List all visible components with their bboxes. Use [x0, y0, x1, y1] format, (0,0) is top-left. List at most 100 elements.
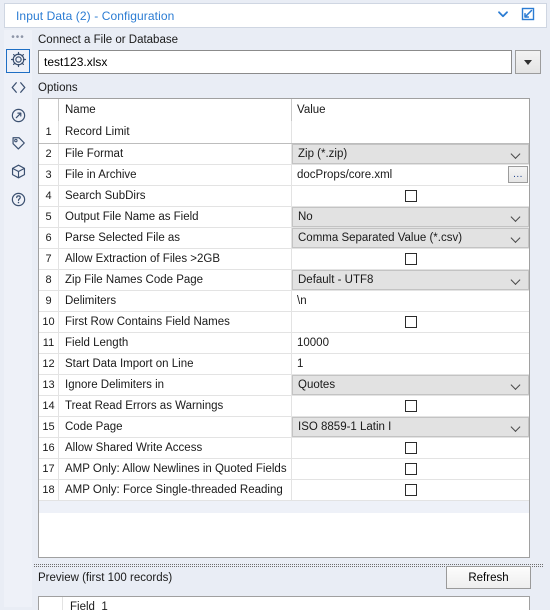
table-row[interactable]: 2 File Format Zip (*.zip) [39, 144, 529, 165]
connect-label: Connect a File or Database [38, 34, 178, 46]
row-number: 10 [39, 312, 59, 332]
option-value-checkbox[interactable] [292, 396, 529, 416]
file-selector-row: test123.xlsx [38, 50, 541, 74]
table-row[interactable]: 7 Allow Extraction of Files >2GB [39, 249, 529, 270]
option-value-text[interactable]: 10000 [292, 333, 529, 353]
rail-item-help[interactable] [6, 189, 30, 213]
table-row[interactable]: 18 AMP Only: Force Single-threaded Readin… [39, 480, 529, 501]
table-row[interactable]: 14 Treat Read Errors as Warnings [39, 396, 529, 417]
checkbox[interactable] [404, 253, 417, 265]
options-grid-body: 1 Record Limit 2 File Format Zip (*.zip) 3 Fil… [39, 121, 529, 501]
options-grid-header: Name Value [39, 99, 529, 121]
option-name: AMP Only: Allow Newlines in Quoted Field… [59, 459, 292, 479]
drag-handle-dots[interactable]: ••• [11, 33, 25, 45]
gear-icon [10, 51, 27, 71]
preview-grid: Field_1 1<?xml version="1.0" encoding="U… [38, 596, 530, 610]
table-row[interactable]: 13 Ignore Delimiters in Quotes [39, 375, 529, 396]
option-value-checkbox[interactable] [292, 249, 529, 269]
table-row[interactable]: 11 Field Length 10000 [39, 333, 529, 354]
option-value-dropdown[interactable]: Default - UTF8 [292, 270, 529, 290]
table-row[interactable]: 12 Start Data Import on Line 1 [39, 354, 529, 375]
option-name: Treat Read Errors as Warnings [59, 396, 292, 416]
row-number: 2 [39, 144, 59, 164]
titlebar-actions [496, 6, 536, 25]
file-path-input[interactable]: test123.xlsx [38, 50, 512, 74]
option-value-dropdown[interactable]: Quotes [292, 375, 529, 395]
option-name: Zip File Names Code Page [59, 270, 292, 290]
checkbox[interactable] [404, 484, 417, 496]
row-number: 6 [39, 228, 59, 248]
chevron-down-icon [512, 276, 521, 285]
option-value-text[interactable]: 1 [292, 354, 529, 374]
option-value-dropdown[interactable]: Comma Separated Value (*.csv) [292, 228, 529, 248]
row-number: 16 [39, 438, 59, 458]
option-name: First Row Contains Field Names [59, 312, 292, 332]
row-number: 3 [39, 165, 59, 185]
option-name: File in Archive [59, 165, 292, 185]
options-grid: Name Value 1 Record Limit 2 File Format Zip … [38, 98, 530, 558]
table-row[interactable]: 17 AMP Only: Allow Newlines in Quoted Fie… [39, 459, 529, 480]
preview-label: Preview (first 100 records) [38, 572, 173, 584]
option-value-checkbox[interactable] [292, 459, 529, 479]
option-name: Start Data Import on Line [59, 354, 292, 374]
option-value-text[interactable] [292, 121, 529, 143]
option-value-checkbox[interactable] [292, 312, 529, 332]
circle-arrow-icon [10, 107, 27, 127]
chevron-down-icon[interactable] [496, 7, 510, 24]
rail-item-configuration[interactable] [6, 49, 30, 73]
option-value-checkbox[interactable] [292, 480, 529, 500]
row-number: 7 [39, 249, 59, 269]
refresh-button[interactable]: Refresh [446, 566, 531, 589]
table-row[interactable]: 1 Record Limit [39, 121, 529, 144]
file-source-dropdown-button[interactable] [515, 50, 541, 74]
options-label: Options [38, 82, 78, 94]
option-value-dropdown[interactable]: Zip (*.zip) [292, 144, 529, 164]
row-number: 17 [39, 459, 59, 479]
row-number: 18 [39, 480, 59, 500]
rail-item-runtime[interactable] [6, 105, 30, 129]
table-row[interactable]: 16 Allow Shared Write Access [39, 438, 529, 459]
option-name: Record Limit [59, 121, 292, 143]
option-name: Allow Shared Write Access [59, 438, 292, 458]
option-name: Field Length [59, 333, 292, 353]
code-brackets-icon [10, 79, 27, 99]
option-value-dropdown[interactable]: No [292, 207, 529, 227]
option-value-checkbox[interactable] [292, 438, 529, 458]
option-value-text[interactable]: docProps/core.xml... [292, 165, 529, 185]
checkbox[interactable] [404, 316, 417, 328]
table-row[interactable]: 6 Parse Selected File as Comma Separated V… [39, 228, 529, 249]
checkbox[interactable] [404, 442, 417, 454]
option-name: Allow Extraction of Files >2GB [59, 249, 292, 269]
table-row[interactable]: 5 Output File Name as Field No [39, 207, 529, 228]
table-row[interactable]: 8 Zip File Names Code Page Default - UTF8 [39, 270, 529, 291]
chevron-down-icon [512, 234, 521, 243]
option-name: Delimiters [59, 291, 292, 311]
expand-window-icon[interactable] [520, 6, 536, 25]
table-row[interactable]: 15 Code Page ISO 8859-1 Latin I [39, 417, 529, 438]
browse-ellipsis-button[interactable]: ... [508, 166, 528, 183]
checkbox[interactable] [404, 400, 417, 412]
window-titlebar: Input Data (2) - Configuration [4, 3, 547, 28]
rail-item-package[interactable] [6, 161, 30, 185]
table-row[interactable]: 3 File in Archive docProps/core.xml... [39, 165, 529, 186]
option-name: File Format [59, 144, 292, 164]
option-value-checkbox[interactable] [292, 186, 529, 206]
page-title: Input Data (2) - Configuration [16, 8, 175, 23]
caret-down-icon [524, 59, 532, 65]
preview-header-field-1: Field_1 [70, 601, 108, 610]
chevron-down-icon [512, 213, 521, 222]
row-number: 11 [39, 333, 59, 353]
option-value-dropdown[interactable]: ISO 8859-1 Latin I [292, 417, 529, 437]
option-name: Parse Selected File as [59, 228, 292, 248]
table-row[interactable]: 10 First Row Contains Field Names [39, 312, 529, 333]
icon-rail: ••• [4, 30, 32, 607]
table-row[interactable]: 4 Search SubDirs [39, 186, 529, 207]
tag-icon [10, 135, 27, 155]
rail-item-code[interactable] [6, 77, 30, 101]
option-value-text[interactable]: \n [292, 291, 529, 311]
chevron-down-icon [512, 423, 521, 432]
checkbox[interactable] [404, 190, 417, 202]
rail-item-annotation[interactable] [6, 133, 30, 157]
table-row[interactable]: 9 Delimiters \n [39, 291, 529, 312]
checkbox[interactable] [404, 463, 417, 475]
